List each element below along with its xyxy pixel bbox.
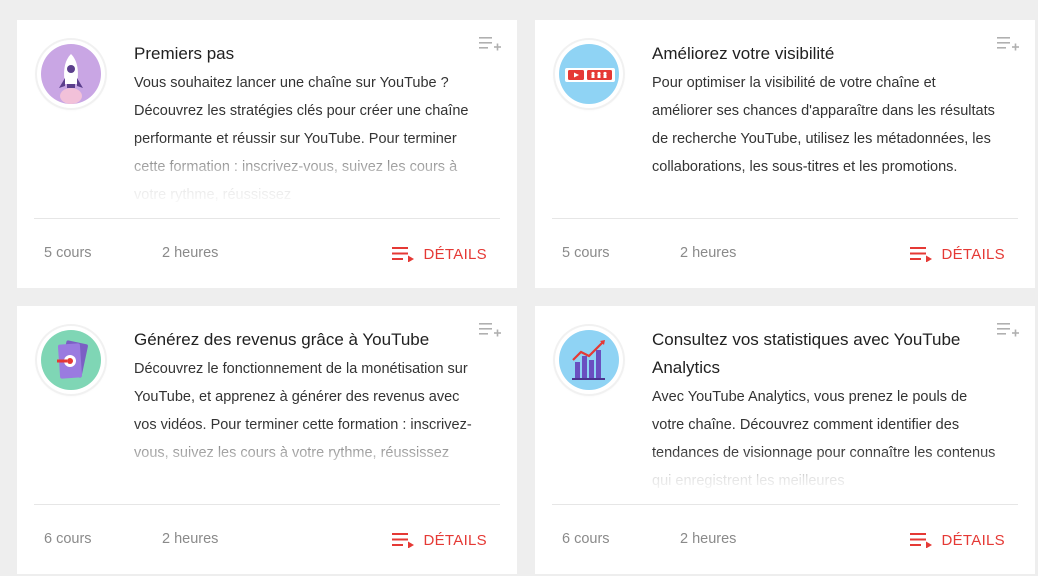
bar-chart-icon xyxy=(559,330,619,390)
add-to-playlist-icon[interactable] xyxy=(997,36,1019,52)
course-content: Premiers pas Vous souhaitez lancer une c… xyxy=(134,40,479,209)
video-tags-icon xyxy=(559,44,619,104)
add-to-playlist-icon[interactable] xyxy=(997,322,1019,338)
course-description-wrap: Pour optimiser la visibilité de votre ch… xyxy=(652,69,997,209)
course-content: Consultez vos statistiques avec YouTube … xyxy=(652,326,997,495)
course-count: 6 cours xyxy=(44,531,92,547)
description-fade xyxy=(134,139,479,209)
course-description-wrap: Vous souhaitez lancer une chaîne sur You… xyxy=(134,69,479,209)
course-grid: Premiers pas Vous souhaitez lancer une c… xyxy=(0,0,1038,576)
course-title[interactable]: Améliorez votre visibilité xyxy=(652,40,997,68)
course-card-statistiques[interactable]: Consultez vos statistiques avec YouTube … xyxy=(535,306,1035,574)
course-content: Générez des revenus grâce à YouTube Déco… xyxy=(134,326,479,495)
details-label: DÉTAILS xyxy=(423,531,487,549)
details-button[interactable]: DÉTAILS xyxy=(910,242,1005,266)
details-list-icon xyxy=(910,247,933,262)
course-duration: 2 heures xyxy=(162,245,219,261)
course-title[interactable]: Premiers pas xyxy=(134,40,479,68)
details-label: DÉTAILS xyxy=(941,531,1005,549)
add-to-playlist-icon[interactable] xyxy=(479,322,501,338)
course-duration: 2 heures xyxy=(680,531,737,547)
details-list-icon xyxy=(392,247,415,262)
course-title[interactable]: Consultez vos statistiques avec YouTube … xyxy=(652,326,997,382)
course-footer: 5 cours 2 heures DÉTAILS xyxy=(17,242,517,266)
course-avatar xyxy=(555,326,623,394)
course-description-wrap: Avec YouTube Analytics, vous prenez le p… xyxy=(652,383,997,495)
details-list-icon xyxy=(392,533,415,548)
details-list-icon xyxy=(910,533,933,548)
course-card-premiers-pas[interactable]: Premiers pas Vous souhaitez lancer une c… xyxy=(17,20,517,288)
course-footer: 6 cours 2 heures DÉTAILS xyxy=(535,528,1035,552)
card-divider xyxy=(34,504,500,505)
description-fade xyxy=(652,450,997,495)
course-card-revenus[interactable]: Générez des revenus grâce à YouTube Déco… xyxy=(17,306,517,574)
description-fade xyxy=(652,169,997,209)
course-duration: 2 heures xyxy=(680,245,737,261)
card-divider xyxy=(34,218,500,219)
course-count: 5 cours xyxy=(44,245,92,261)
details-button[interactable]: DÉTAILS xyxy=(910,528,1005,552)
course-count: 6 cours xyxy=(562,531,610,547)
course-count: 5 cours xyxy=(562,245,610,261)
details-label: DÉTAILS xyxy=(941,245,1005,263)
description-fade xyxy=(134,425,479,495)
course-duration: 2 heures xyxy=(162,531,219,547)
course-card-visibilite[interactable]: Améliorez votre visibilité Pour optimise… xyxy=(535,20,1035,288)
rocket-icon xyxy=(41,44,101,104)
details-button[interactable]: DÉTAILS xyxy=(392,528,487,552)
card-divider xyxy=(552,504,1018,505)
money-icon xyxy=(41,330,101,390)
course-avatar xyxy=(555,40,623,108)
course-title[interactable]: Générez des revenus grâce à YouTube xyxy=(134,326,479,354)
add-to-playlist-icon[interactable] xyxy=(479,36,501,52)
course-footer: 5 cours 2 heures DÉTAILS xyxy=(535,242,1035,266)
course-avatar xyxy=(37,326,105,394)
details-label: DÉTAILS xyxy=(423,245,487,263)
course-footer: 6 cours 2 heures DÉTAILS xyxy=(17,528,517,552)
details-button[interactable]: DÉTAILS xyxy=(392,242,487,266)
course-description: Pour optimiser la visibilité de votre ch… xyxy=(652,75,995,175)
course-avatar xyxy=(37,40,105,108)
course-content: Améliorez votre visibilité Pour optimise… xyxy=(652,40,997,209)
course-description-wrap: Découvrez le fonctionnement de la monéti… xyxy=(134,355,479,495)
card-divider xyxy=(552,218,1018,219)
